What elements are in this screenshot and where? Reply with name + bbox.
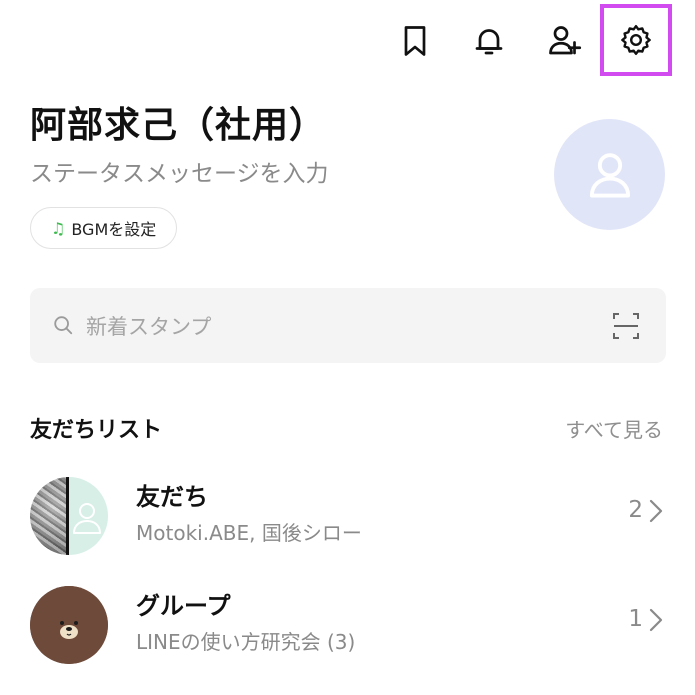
friend-default-avatar [69, 477, 108, 555]
person-silhouette-icon [589, 152, 630, 197]
notifications-button[interactable] [456, 8, 522, 74]
set-bgm-label: BGMを設定 [71, 220, 157, 239]
profile-name[interactable]: 阿部求己（社用） [30, 96, 326, 148]
see-all-link[interactable]: すべて見る [565, 414, 663, 443]
settings-button[interactable] [600, 4, 672, 76]
search-bar[interactable]: 新着スタンプ [30, 288, 666, 363]
list-item-groups[interactable]: グループ LINEの使い方研究会 (3) 1 [0, 578, 695, 674]
search-placeholder: 新着スタンプ [86, 315, 212, 339]
chevron-right-icon [649, 499, 663, 523]
list-item-count: 2 [628, 497, 643, 523]
bookmark-icon [404, 26, 426, 56]
list-item-subtitle: LINEの使い方研究会 (3) [136, 630, 356, 654]
home-screen: 阿部求己（社用） ステータスメッセージを入力 ♫ BGMを設定 新着スタンプ 友… [0, 0, 695, 695]
list-item-friends[interactable]: 友だち Motoki.ABE, 国後シロー 2 [0, 469, 695, 565]
list-item-title: 友だち [136, 483, 208, 511]
friend-list-title: 友だちリスト [30, 418, 163, 443]
profile-avatar[interactable] [554, 119, 665, 230]
add-friend-button[interactable] [531, 8, 597, 74]
status-message-input[interactable]: ステータスメッセージを入力 [30, 154, 329, 188]
person-silhouette-icon [73, 503, 101, 534]
music-note-icon: ♫ [51, 218, 66, 238]
set-bgm-button[interactable]: ♫ BGMを設定 [30, 207, 178, 249]
friends-avatar [30, 477, 108, 555]
group-avatar [30, 586, 108, 664]
gear-icon [621, 25, 651, 55]
bell-icon [475, 29, 503, 55]
search-icon [54, 316, 73, 335]
qr-scan-icon[interactable] [612, 312, 640, 340]
bookmark-button[interactable] [382, 8, 448, 74]
list-item-title: グループ [136, 592, 231, 620]
list-item-subtitle: Motoki.ABE, 国後シロー [136, 521, 362, 545]
list-item-count: 1 [628, 606, 643, 632]
add-friend-icon [549, 26, 582, 55]
chevron-right-icon [649, 608, 663, 632]
bear-icon [30, 586, 108, 664]
